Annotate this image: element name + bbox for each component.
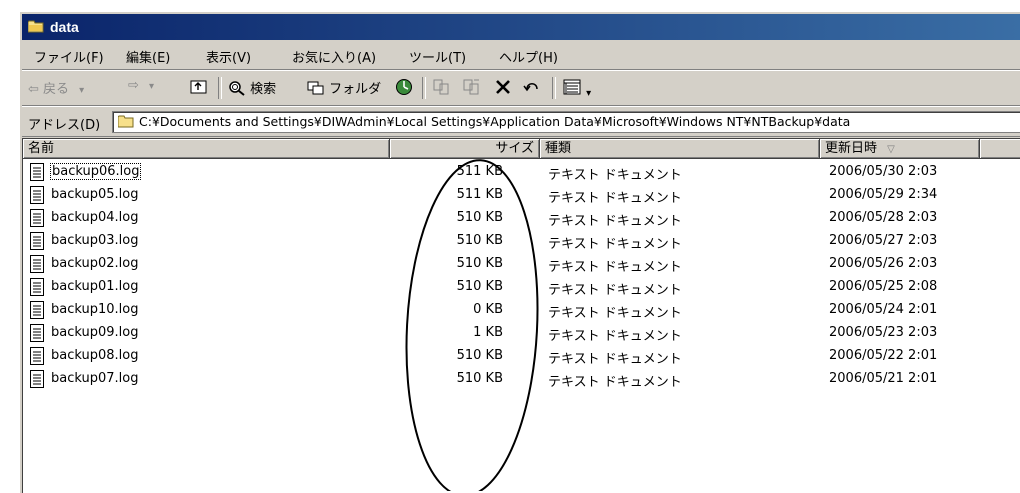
column-header-type[interactable]: 種類 xyxy=(540,139,820,159)
file-type: テキスト ドキュメント xyxy=(548,168,682,183)
table-row[interactable]: backup07.log 510 KB テキスト ドキュメント 2006/05/… xyxy=(23,368,1020,391)
table-row[interactable]: backup05.log 511 KB テキスト ドキュメント 2006/05/… xyxy=(23,184,1020,207)
file-size: 510 KB xyxy=(456,279,503,294)
file-type: テキスト ドキュメント xyxy=(548,352,682,367)
column-type-label: 種類 xyxy=(545,141,572,156)
search-label: 検索 xyxy=(250,82,277,97)
file-size: 510 KB xyxy=(456,210,503,225)
back-button[interactable]: ⇦ 戻る ▾ xyxy=(28,78,84,98)
file-type: テキスト ドキュメント xyxy=(548,237,682,252)
file-size: 511 KB xyxy=(456,164,503,179)
file-type: テキスト ドキュメント xyxy=(548,260,682,275)
undo-button[interactable] xyxy=(522,78,542,98)
file-modified: 2006/05/28 2:03 xyxy=(829,210,938,225)
menu-tools[interactable]: ツール(T) xyxy=(409,47,466,66)
address-bar: アドレス(D) C:¥Documents and Settings¥DIWAdm… xyxy=(22,108,1020,137)
file-type: テキスト ドキュメント xyxy=(548,375,682,390)
file-type: テキスト ドキュメント xyxy=(548,214,682,229)
file-modified: 2006/05/21 2:01 xyxy=(829,371,938,386)
back-label: ⇦ 戻る xyxy=(28,82,70,97)
copy-to-icon xyxy=(463,79,479,95)
file-modified: 2006/05/23 2:03 xyxy=(829,325,938,340)
address-input[interactable]: C:¥Documents and Settings¥DIWAdmin¥Local… xyxy=(112,111,1020,133)
up-folder-button[interactable] xyxy=(190,78,208,98)
toolbar-separator xyxy=(422,77,426,99)
copy-to-button[interactable] xyxy=(462,78,482,98)
back-dropdown-icon[interactable]: ▾ xyxy=(79,85,84,96)
file-size: 0 KB xyxy=(473,302,503,317)
address-label: アドレス(D) xyxy=(28,118,101,133)
folders-button[interactable]: フォルダ xyxy=(307,78,381,98)
file-modified: 2006/05/22 2:01 xyxy=(829,348,938,363)
file-modified: 2006/05/24 2:01 xyxy=(829,302,938,317)
move-to-icon xyxy=(433,79,449,95)
sort-indicator-icon: ▽ xyxy=(887,144,895,155)
file-type: テキスト ドキュメント xyxy=(548,191,682,206)
column-header-size[interactable]: サイズ xyxy=(390,139,540,159)
file-modified: 2006/05/27 2:03 xyxy=(829,233,938,248)
address-path: C:¥Documents and Settings¥DIWAdmin¥Local… xyxy=(139,114,851,129)
file-size: 1 KB xyxy=(473,325,503,340)
file-type: テキスト ドキュメント xyxy=(548,306,682,321)
file-size: 510 KB xyxy=(456,256,503,271)
toolbar: ⇦ 戻る ▾ ⇨ ▾ 検索 フォルダ ▾ xyxy=(22,71,1020,106)
file-size: 511 KB xyxy=(456,187,503,202)
file-type: テキスト ドキュメント xyxy=(548,283,682,298)
folders-label: フォルダ xyxy=(329,82,382,97)
table-row[interactable]: backup03.log 510 KB テキスト ドキュメント 2006/05/… xyxy=(23,230,1020,253)
views-button[interactable]: ▾ xyxy=(562,78,591,99)
file-modified: 2006/05/29 2:34 xyxy=(829,187,938,202)
forward-dropdown-icon[interactable]: ▾ xyxy=(149,81,154,92)
table-row[interactable]: backup01.log 510 KB テキスト ドキュメント 2006/05/… xyxy=(23,276,1020,299)
table-row[interactable]: backup04.log 510 KB テキスト ドキュメント 2006/05/… xyxy=(23,207,1020,230)
table-row[interactable]: backup02.log 510 KB テキスト ドキュメント 2006/05/… xyxy=(23,253,1020,276)
column-modified-label: 更新日時 xyxy=(825,141,878,156)
menu-view[interactable]: 表示(V) xyxy=(206,47,251,66)
table-row[interactable]: backup08.log 510 KB テキスト ドキュメント 2006/05/… xyxy=(23,345,1020,368)
file-type: テキスト ドキュメント xyxy=(548,329,682,344)
table-row[interactable]: backup06.log 511 KB テキスト ドキュメント 2006/05/… xyxy=(23,161,1020,184)
forward-icon: ⇨ xyxy=(128,78,139,93)
forward-button[interactable]: ⇨ ▾ xyxy=(128,78,154,98)
column-header-modified[interactable]: 更新日時 ▽ xyxy=(820,139,980,159)
undo-icon xyxy=(523,83,538,92)
search-button[interactable]: 検索 xyxy=(228,78,276,98)
move-to-button[interactable] xyxy=(432,78,452,98)
column-name-label: 名前 xyxy=(28,141,55,156)
menu-help[interactable]: ヘルプ(H) xyxy=(499,47,558,66)
folder-icon xyxy=(28,20,44,33)
delete-icon xyxy=(496,80,510,94)
file-modified: 2006/05/30 2:03 xyxy=(829,164,938,179)
up-folder-icon xyxy=(190,80,207,94)
menu-bar: ファイル(F) 編集(E) 表示(V) お気に入り(A) ツール(T) ヘルプ(… xyxy=(22,41,1020,70)
folders-icon xyxy=(307,81,324,95)
file-modified: 2006/05/26 2:03 xyxy=(829,256,938,271)
menu-edit[interactable]: 編集(E) xyxy=(126,47,170,66)
file-modified: 2006/05/25 2:08 xyxy=(829,279,938,294)
title-bar[interactable]: data xyxy=(22,14,1020,40)
file-size: 510 KB xyxy=(456,233,503,248)
folder-icon xyxy=(118,115,134,128)
menu-file[interactable]: ファイル(F) xyxy=(34,47,104,66)
history-button[interactable] xyxy=(394,78,414,98)
menu-favorites[interactable]: お気に入り(A) xyxy=(292,47,376,66)
column-size-label: サイズ xyxy=(495,141,534,156)
window-title: data xyxy=(50,19,79,35)
file-size: 510 KB xyxy=(456,371,503,386)
history-icon xyxy=(396,79,412,95)
file-size: 510 KB xyxy=(456,348,503,363)
file-list: 名前 サイズ 種類 更新日時 ▽ backup06.log 511 KB テキス… xyxy=(22,138,1020,493)
table-row[interactable]: backup09.log 1 KB テキスト ドキュメント 2006/05/23… xyxy=(23,322,1020,345)
views-dropdown-icon[interactable]: ▾ xyxy=(586,88,591,99)
table-row[interactable]: backup10.log 0 KB テキスト ドキュメント 2006/05/24… xyxy=(23,299,1020,322)
views-icon xyxy=(563,79,581,95)
column-header-name[interactable]: 名前 xyxy=(23,139,390,159)
explorer-window: data ファイル(F) 編集(E) 表示(V) お気に入り(A) ツール(T)… xyxy=(20,12,1020,493)
toolbar-separator xyxy=(552,77,556,99)
toolbar-separator xyxy=(218,77,222,99)
search-icon xyxy=(229,81,245,96)
delete-button[interactable] xyxy=(494,78,512,98)
column-header-blank[interactable] xyxy=(980,139,1020,159)
